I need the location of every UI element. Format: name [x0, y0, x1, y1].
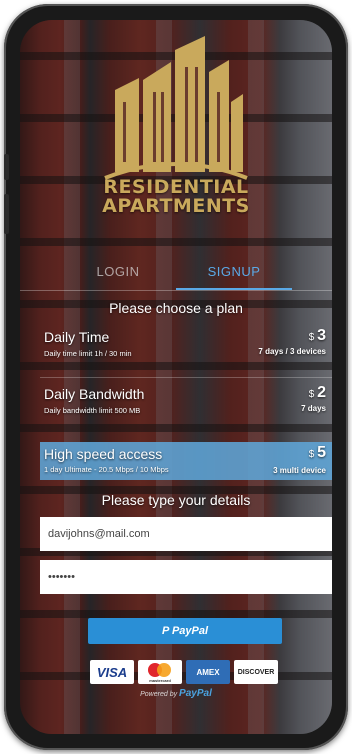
plan-name: Daily Time	[44, 329, 110, 345]
plan-description: 1 day Ultimate - 20.5 Mbps / 10 Mbps	[44, 465, 169, 474]
visa-card-icon: VISA	[90, 660, 134, 684]
plan-name: High speed access	[44, 446, 163, 462]
powered-by-paypal: Powered by PayPal	[20, 688, 332, 699]
plan-price: $ 5	[308, 444, 326, 461]
plan-divider	[40, 377, 332, 378]
email-field[interactable]	[40, 517, 332, 551]
powered-by-label: Powered by	[140, 691, 178, 698]
tab-signup[interactable]: SIGNUP	[176, 260, 292, 290]
volume-up-button	[4, 154, 9, 180]
plans-heading: Please choose a plan	[109, 300, 243, 316]
paypal-brand-text: PayPal	[179, 688, 212, 699]
payment-cards: VISA mastercard AMEX DISCOVER	[90, 660, 278, 684]
plan-description: Daily bandwidth limit 500 MB	[44, 406, 141, 415]
volume-down-button	[4, 194, 9, 234]
tab-login[interactable]: LOGIN	[60, 260, 176, 290]
plan-price: $ 2	[308, 384, 326, 401]
plan-daily-bandwidth[interactable]: Daily Bandwidth Daily bandwidth limit 50…	[40, 382, 332, 430]
mastercard-card-icon: mastercard	[138, 660, 182, 684]
amex-card-icon: AMEX	[186, 660, 230, 684]
details-heading: Please type your details	[101, 492, 251, 508]
plan-daily-time[interactable]: Daily Time Daily time limit 1h / 30 min …	[40, 325, 332, 373]
app-screen: RESIDENTIAL APARTMENTS LOGIN SIGNUP Plea…	[20, 20, 332, 734]
tabs-divider	[20, 290, 332, 291]
discover-card-icon: DISCOVER	[234, 660, 278, 684]
paypal-button[interactable]: P PayPal	[88, 618, 282, 644]
plan-high-speed-access[interactable]: High speed access 1 day Ultimate - 20.5 …	[40, 442, 332, 480]
auth-tabs: LOGIN SIGNUP	[60, 260, 292, 290]
buildings-logo-icon	[104, 36, 248, 180]
brand-title-line2: APARTMENTS	[102, 195, 250, 217]
plan-description: Daily time limit 1h / 30 min	[44, 349, 132, 358]
plan-terms: 3 multi device	[273, 466, 326, 475]
brand-logo: RESIDENTIAL APARTMENTS	[20, 32, 332, 232]
plan-price: $ 3	[308, 327, 326, 344]
plan-terms: 7 days / 3 devices	[258, 347, 326, 356]
phone-frame: RESIDENTIAL APARTMENTS LOGIN SIGNUP Plea…	[4, 4, 348, 750]
plan-name: Daily Bandwidth	[44, 386, 145, 402]
password-field[interactable]	[40, 560, 332, 594]
plan-terms: 7 days	[301, 404, 326, 413]
brand-title: RESIDENTIAL APARTMENTS	[102, 178, 250, 216]
